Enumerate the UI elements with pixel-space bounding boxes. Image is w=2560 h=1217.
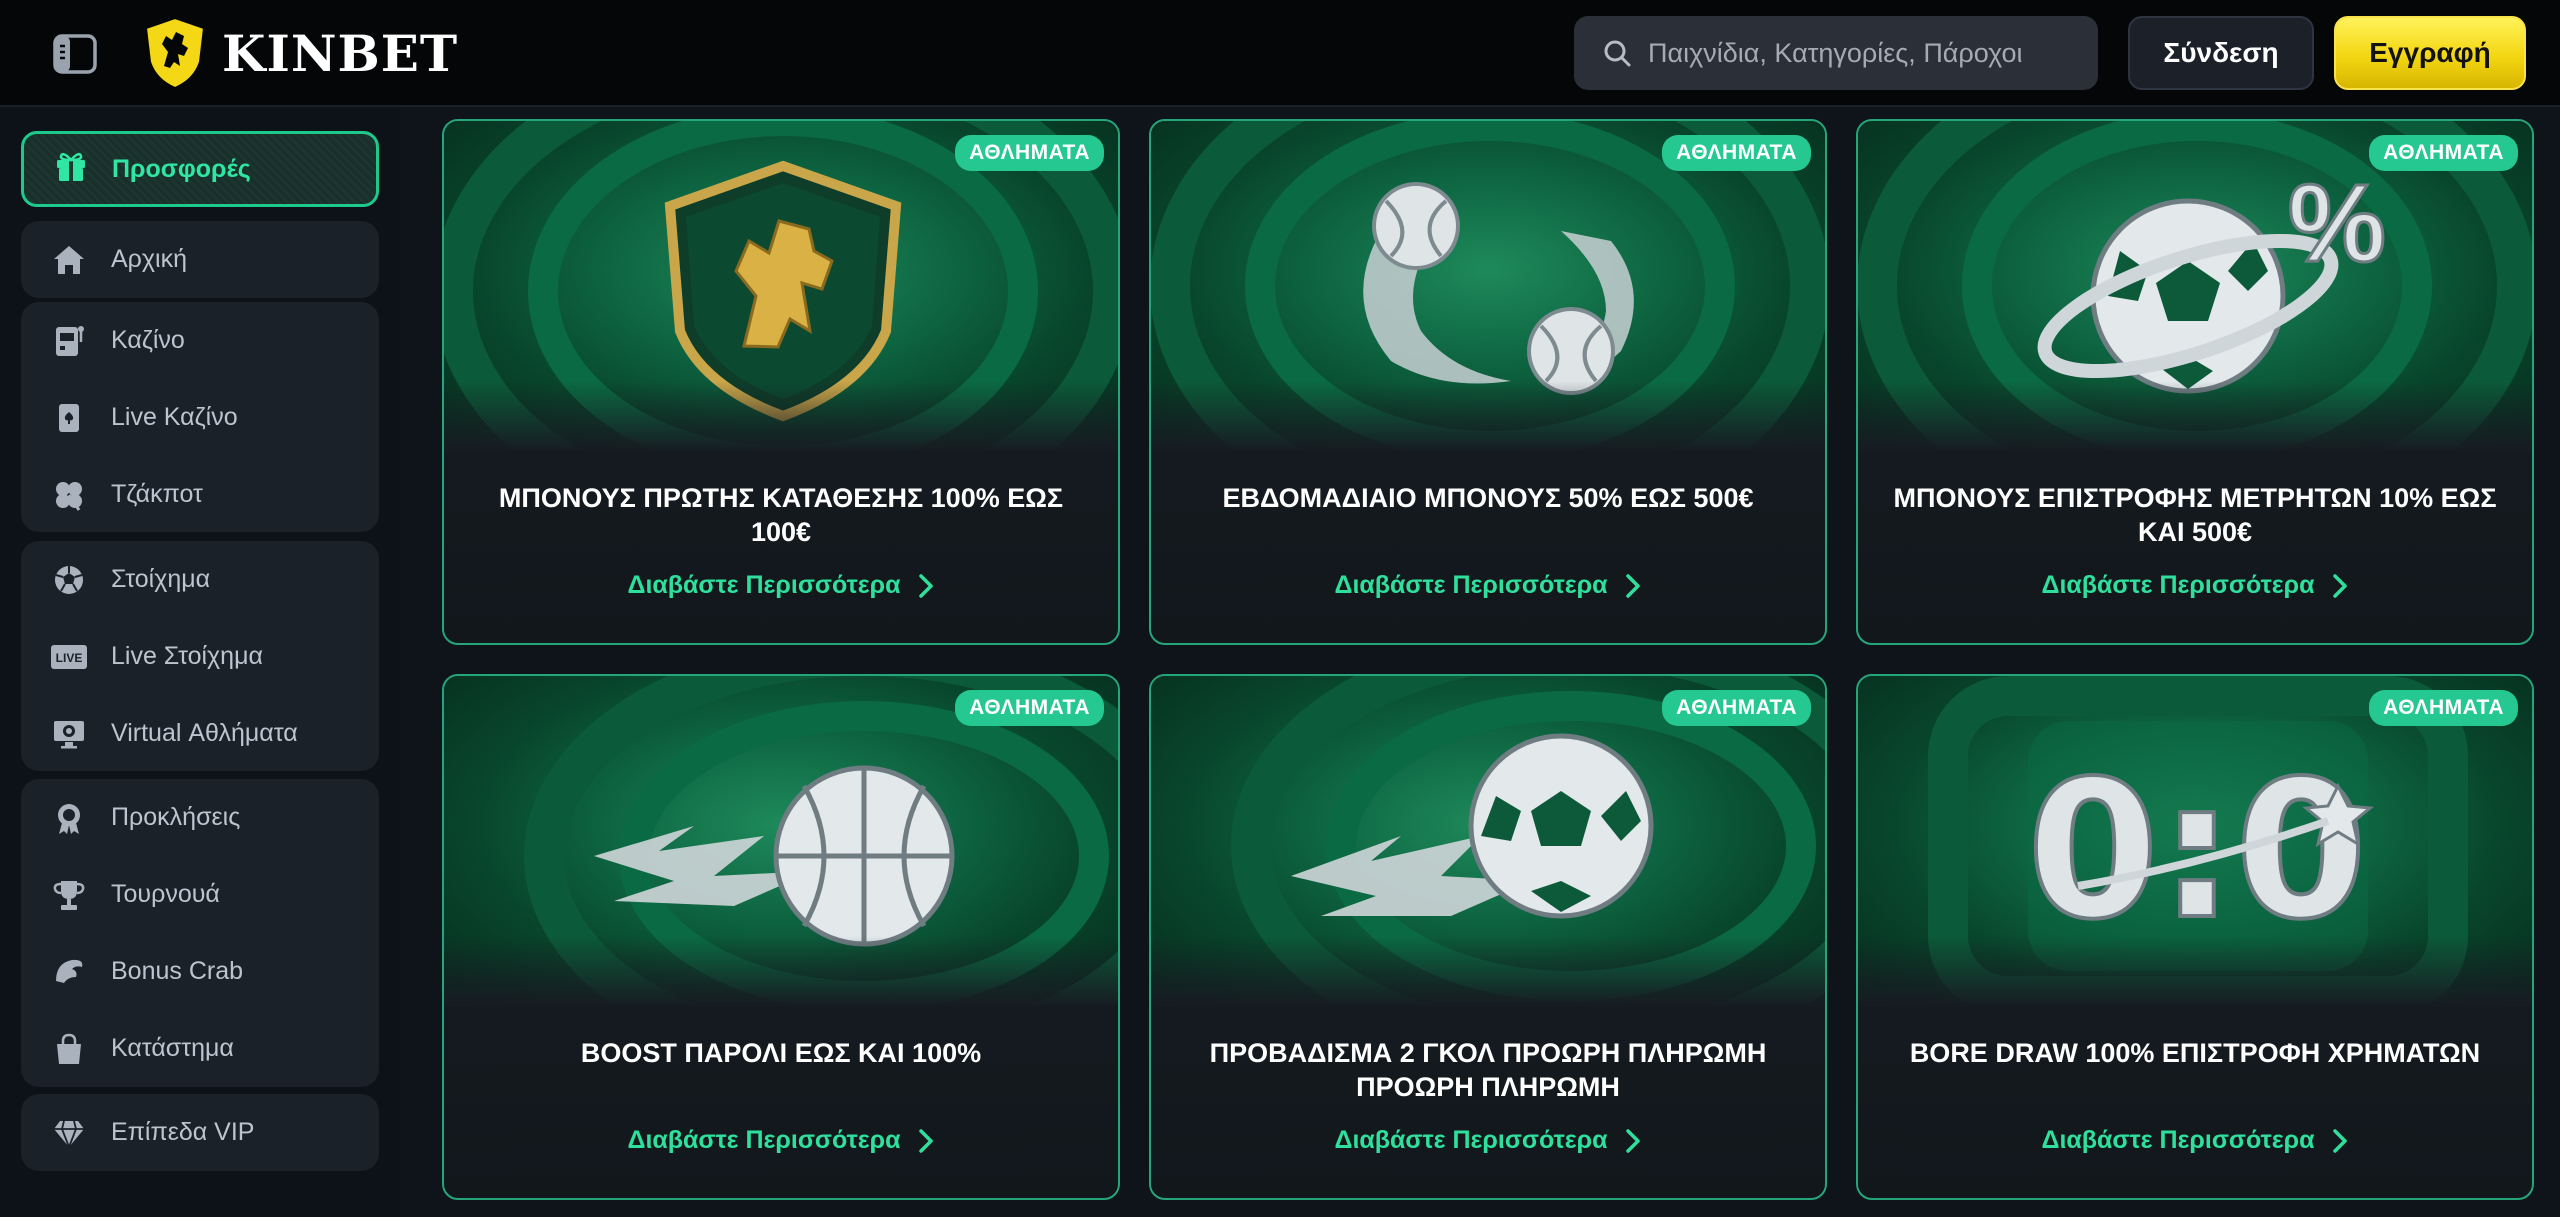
search-icon — [1604, 40, 1631, 67]
sidebar-item-label: Κατάστημα — [111, 1034, 234, 1062]
register-button[interactable]: Εγγραφή — [2334, 16, 2526, 90]
sidebar-item-label: Αρχική — [111, 245, 187, 273]
sidebar-item-label: Καζίνο — [111, 326, 185, 354]
promo-card[interactable]: ΑΘΛΗΜΑΤΑ ΕΒΔΟΜΑΔΙΑΙΟ ΜΠΟΝΟΥΣ 50% ΕΩΣ 500… — [1149, 119, 1827, 645]
read-more-link[interactable]: Διαβάστε Περισσότερα — [444, 571, 1118, 600]
sidebar-item-label: Virtual Αθλήματα — [111, 719, 298, 747]
lion-shield-logo-icon — [144, 16, 206, 90]
chevron-right-icon — [2333, 1128, 2348, 1153]
sidebar-item-label: Live Καζίνο — [111, 403, 238, 431]
sidebar-item-shop[interactable]: Κατάστημα — [21, 1010, 379, 1087]
promo-title: BOOST ΠΑΡΟΛΙ ΕΩΣ ΚΑΙ 100% — [580, 1038, 982, 1068]
svg-text:0:0: 0:0 — [2027, 740, 2367, 961]
read-more-label: Διαβάστε Περισσότερα — [2041, 1126, 2315, 1154]
crab-claw-icon — [51, 954, 87, 990]
sidebar-item-label: Live Στοίχημα — [111, 642, 263, 670]
sidebar-item-label: Τουρνουά — [111, 880, 220, 908]
nav-group-casino: Καζίνο Live Καζίνο Τζάκποτ — [21, 302, 379, 532]
nav-group-betting: Στοίχημα LIVE Live Στοίχημα Virtual Αθλή… — [21, 541, 379, 771]
sidebar-item-virtual-sports[interactable]: Virtual Αθλήματα — [21, 695, 379, 772]
home-icon — [51, 242, 87, 278]
category-badge: ΑΘΛΗΜΑΤΑ — [1662, 690, 1811, 726]
read-more-link[interactable]: Διαβάστε Περισσότερα — [1151, 1126, 1825, 1155]
kinbet-logo[interactable]: KINBET — [142, 16, 458, 90]
clover-icon — [51, 477, 87, 513]
promo-title: ΠΡΟΒΑΔΙΣΜΑ 2 ΓΚΟΛ ΠΡΟΩΡΗ ΠΛΗΡΩΜΗ ΠΡΟΩΡΗ … — [1209, 1038, 1767, 1102]
search-bar[interactable] — [1574, 16, 2098, 90]
chevron-right-icon — [1626, 573, 1641, 598]
shopping-bag-icon — [51, 1031, 87, 1067]
top-header: KINBET Σύνδεση Εγγραφή — [0, 0, 2560, 107]
sidebar-item-betting[interactable]: Στοίχημα — [21, 541, 379, 618]
nav-group-vip: Επίπεδα VIP — [21, 1094, 379, 1171]
sidebar: Προσφορές Αρχική Καζίνο Live Καζίνο Τζάκ… — [0, 109, 400, 1217]
nav-group-extras: Προκλήσεις Τουρνουά Bonus Crab Κατάστημα — [21, 779, 379, 1087]
playing-card-icon — [51, 400, 87, 436]
promo-title: ΜΠΟΝΟΥΣ ΠΡΩΤΗΣ ΚΑΤΑΘΕΣΗΣ 100% ΕΩΣ 100€ — [498, 483, 1064, 547]
sidebar-item-promotions[interactable]: Προσφορές — [21, 131, 379, 207]
sidebar-item-home[interactable]: Αρχική — [21, 221, 379, 298]
read-more-label: Διαβάστε Περισσότερα — [627, 1126, 901, 1154]
sidebar-item-label: Στοίχημα — [111, 565, 211, 593]
category-badge: ΑΘΛΗΜΑΤΑ — [1662, 135, 1811, 171]
search-input[interactable] — [1648, 37, 2068, 69]
sidebar-item-challenges[interactable]: Προκλήσεις — [21, 779, 379, 856]
promo-card[interactable]: % ΑΘΛΗΜΑΤΑ ΜΠΟΝΟΥΣ ΕΠΙΣΤΡΟΦΗΣ ΜΕΤΡΗΤΩΝ 1… — [1856, 119, 2534, 645]
promo-title: BORE DRAW 100% ΕΠΙΣΤΡΟΦΗ ΧΡΗΜΑΤΩΝ — [1909, 1038, 2481, 1068]
diamond-icon — [51, 1115, 87, 1151]
soccer-ball-icon — [51, 562, 87, 598]
read-more-link[interactable]: Διαβάστε Περισσότερα — [1151, 571, 1825, 600]
read-more-label: Διαβάστε Περισσότερα — [1334, 571, 1608, 599]
chevron-right-icon — [919, 1128, 934, 1153]
trophy-icon — [51, 877, 87, 913]
nav-group-home: Αρχική — [21, 221, 379, 298]
sidebar-item-live-betting[interactable]: LIVE Live Στοίχημα — [21, 618, 379, 695]
category-badge: ΑΘΛΗΜΑΤΑ — [2369, 135, 2518, 171]
slot-machine-icon — [51, 323, 87, 359]
read-more-label: Διαβάστε Περισσότερα — [2041, 571, 2315, 599]
logo-wordmark: KINBET — [222, 23, 459, 83]
read-more-label: Διαβάστε Περισσότερα — [1334, 1126, 1608, 1154]
chevron-right-icon — [1626, 1128, 1641, 1153]
sidebar-toggle-icon[interactable] — [52, 34, 98, 74]
sidebar-item-vip-levels[interactable]: Επίπεδα VIP — [21, 1094, 379, 1171]
gift-icon — [54, 149, 88, 190]
read-more-link[interactable]: Διαβάστε Περισσότερα — [444, 1126, 1118, 1155]
sidebar-item-jackpot[interactable]: Τζάκποτ — [21, 456, 379, 533]
sidebar-item-label: Προσφορές — [112, 154, 251, 183]
sidebar-item-label: Τζάκποτ — [111, 480, 203, 508]
category-badge: ΑΘΛΗΜΑΤΑ — [2369, 690, 2518, 726]
promo-title: ΜΠΟΝΟΥΣ ΕΠΙΣΤΡΟΦΗΣ ΜΕΤΡΗΤΩΝ 10% ΕΩΣ ΚΑΙ … — [1893, 483, 2497, 547]
medal-icon — [51, 800, 87, 836]
read-more-link[interactable]: Διαβάστε Περισσότερα — [1858, 1126, 2532, 1155]
login-button[interactable]: Σύνδεση — [2128, 16, 2314, 90]
category-badge: ΑΘΛΗΜΑΤΑ — [955, 135, 1104, 171]
promo-card[interactable]: ΑΘΛΗΜΑΤΑ BOOST ΠΑΡΟΛΙ ΕΩΣ ΚΑΙ 100% Διαβά… — [442, 674, 1120, 1200]
live-badge-icon: LIVE — [51, 639, 87, 675]
virtual-monitor-icon — [51, 716, 87, 752]
promo-card[interactable]: ΑΘΛΗΜΑΤΑ ΜΠΟΝΟΥΣ ΠΡΩΤΗΣ ΚΑΤΑΘΕΣΗΣ 100% Ε… — [442, 119, 1120, 645]
chevron-right-icon — [2333, 573, 2348, 598]
sidebar-item-label: Επίπεδα VIP — [111, 1118, 255, 1146]
chevron-right-icon — [919, 573, 934, 598]
read-more-label: Διαβάστε Περισσότερα — [627, 571, 901, 599]
sidebar-item-bonus-crab[interactable]: Bonus Crab — [21, 933, 379, 1010]
promo-card[interactable]: 0:0 ΑΘΛΗΜΑΤΑ BORE DRAW 100% ΕΠΙΣΤΡΟΦΗ ΧΡ… — [1856, 674, 2534, 1200]
sidebar-item-label: Προκλήσεις — [111, 803, 241, 831]
promo-card[interactable]: ΑΘΛΗΜΑΤΑ ΠΡΟΒΑΔΙΣΜΑ 2 ΓΚΟΛ ΠΡΟΩΡΗ ΠΛΗΡΩΜ… — [1149, 674, 1827, 1200]
promo-title: ΕΒΔΟΜΑΔΙΑΙΟ ΜΠΟΝΟΥΣ 50% ΕΩΣ 500€ — [1222, 483, 1754, 513]
sidebar-item-live-casino[interactable]: Live Καζίνο — [21, 379, 379, 456]
svg-text:LIVE: LIVE — [56, 651, 83, 665]
sidebar-item-label: Bonus Crab — [111, 957, 244, 985]
svg-text:%: % — [2288, 162, 2386, 285]
sidebar-item-tournaments[interactable]: Τουρνουά — [21, 856, 379, 933]
read-more-link[interactable]: Διαβάστε Περισσότερα — [1858, 571, 2532, 600]
category-badge: ΑΘΛΗΜΑΤΑ — [955, 690, 1104, 726]
sidebar-item-casino[interactable]: Καζίνο — [21, 302, 379, 379]
